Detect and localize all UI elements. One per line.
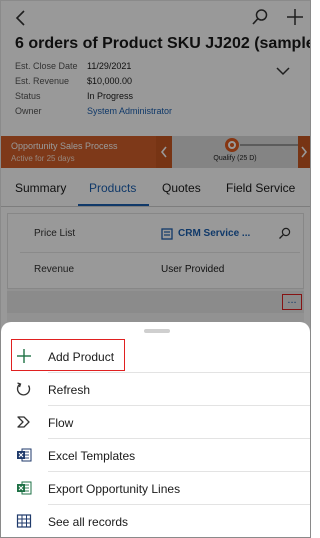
menu-item-flow[interactable]: Flow: [1, 406, 310, 439]
menu-item-excel-templates[interactable]: Excel Templates: [1, 439, 310, 472]
excel-templates-icon: [17, 448, 32, 462]
sheet-drag-handle[interactable]: [144, 329, 170, 333]
menu-item-label: Excel Templates: [48, 449, 136, 463]
menu-item-label: Refresh: [48, 383, 91, 397]
menu-item-label: Flow: [48, 416, 74, 430]
menu-item-export-opportunity-lines[interactable]: Export Opportunity Lines: [1, 472, 310, 505]
menu-item-label: Export Opportunity Lines: [48, 482, 181, 496]
menu-item-label: Add Product: [48, 350, 115, 364]
refresh-icon: [16, 382, 31, 396]
flow-icon: [17, 416, 30, 428]
excel-export-icon: [17, 481, 32, 495]
screen-frame: 6 orders of Product SKU JJ202 (sample) E…: [0, 0, 311, 538]
menu-item-refresh[interactable]: Refresh: [1, 373, 310, 406]
plus-icon: [17, 349, 31, 363]
menu-item-see-all-records[interactable]: See all records: [1, 505, 310, 537]
command-bottom-sheet: Add Product Refresh Flow Excel Templates…: [1, 322, 310, 537]
menu-item-add-product[interactable]: Add Product: [1, 340, 310, 373]
grid-icon: [16, 514, 32, 528]
menu-item-label: See all records: [48, 515, 129, 529]
